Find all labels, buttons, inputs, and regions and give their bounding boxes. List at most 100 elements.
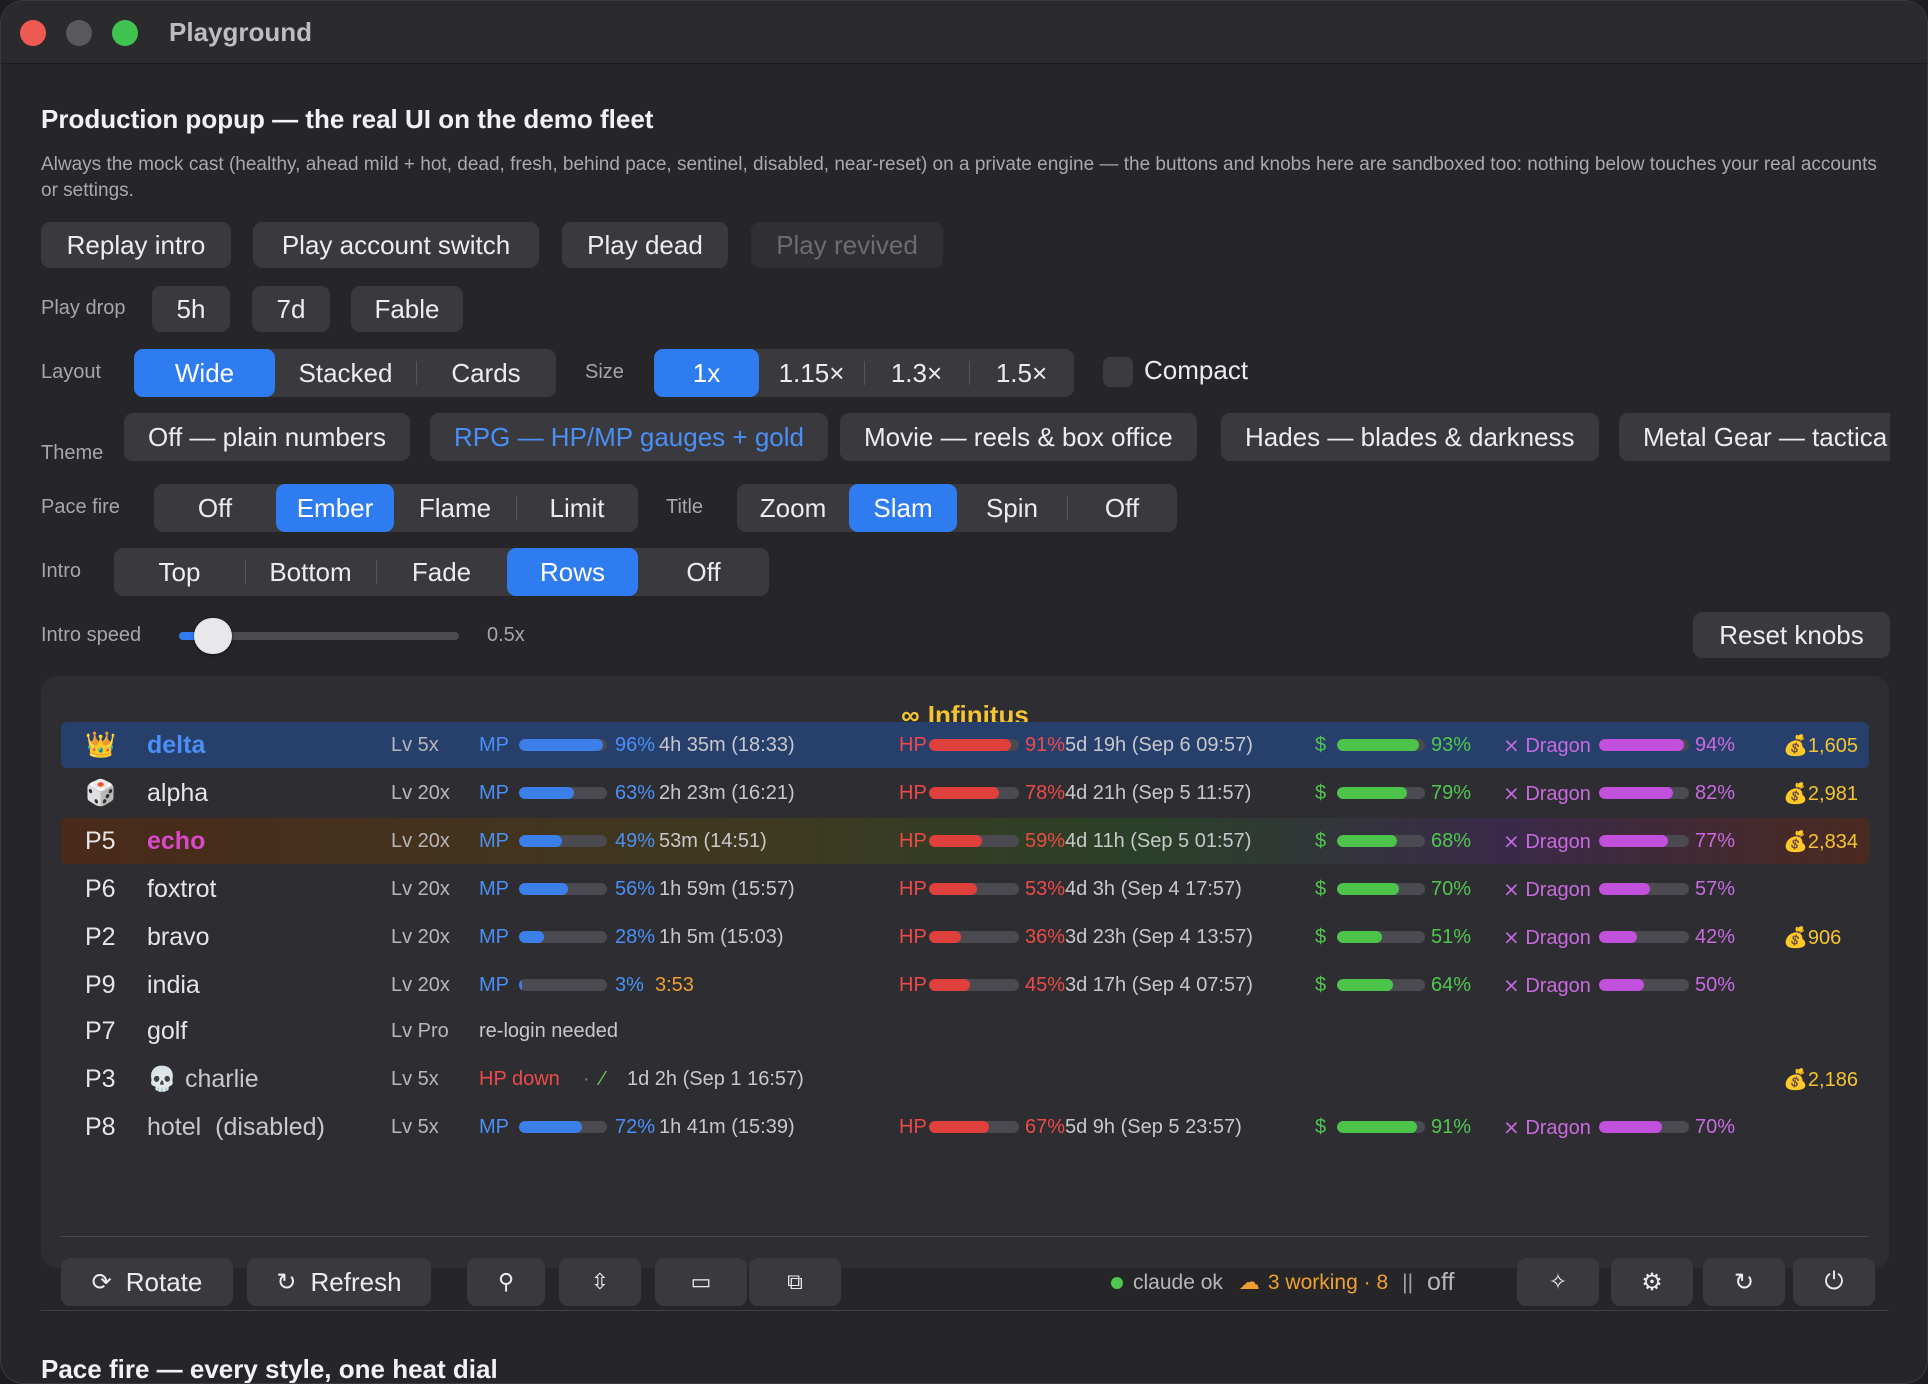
play-drop-7d-button[interactable]: 7d (252, 286, 330, 332)
dragon-label: ⨯ Dragon (1503, 734, 1591, 757)
mp-reset-time: 4h 35m (18:33) (659, 733, 795, 756)
mp-bar (519, 979, 607, 991)
account-row-echo[interactable]: P5 echo Lv 20x MP 49% 53m (14:51) HP 59% 4d 11h … (61, 818, 1869, 864)
dragon-label: ⨯ Dragon (1503, 878, 1591, 901)
dollar-percent: 51% (1431, 925, 1472, 948)
size-1x[interactable]: 1x (654, 349, 759, 397)
theme-rpg[interactable]: RPG — HP/MP gauges + gold (430, 413, 828, 461)
theme-movie[interactable]: Movie — reels & box office (840, 413, 1197, 461)
rotate-button[interactable]: ⟳ Rotate (61, 1258, 233, 1306)
reload-icon: ↻ (1733, 1268, 1755, 1296)
account-row-india[interactable]: P9 india Lv 20x MP 3% 3:53 HP 45% 3d 17h (Sep 4 … (61, 962, 1869, 1008)
theme-metal-gear[interactable]: Metal Gear — tactica (1619, 413, 1890, 461)
dragon-percent: 70% (1695, 1115, 1736, 1138)
settings-button[interactable]: ⚙ (1611, 1258, 1693, 1306)
magic-button[interactable]: ✧ (1517, 1258, 1599, 1306)
mp-bar-fill (519, 883, 569, 895)
hp-percent: 78% (1025, 781, 1066, 804)
pin-button[interactable]: ⚲ (467, 1258, 545, 1306)
intro-fade[interactable]: Fade (376, 548, 507, 596)
pace-fire-flame[interactable]: Flame (394, 484, 516, 532)
compress-button[interactable]: ⇳ (559, 1258, 641, 1306)
close-window-button[interactable] (20, 20, 46, 46)
dragon-bar-fill (1599, 883, 1651, 895)
play-account-switch-button[interactable]: Play account switch (253, 222, 539, 268)
title-slam[interactable]: Slam (849, 484, 957, 532)
refresh-button[interactable]: ↻ Refresh (247, 1258, 431, 1306)
pace-fire-section-title: Pace fire — every style, one heat dial (41, 1354, 498, 1384)
size-1-3x[interactable]: 1.3× (864, 349, 969, 397)
size-1-5x[interactable]: 1.5× (969, 349, 1074, 397)
pause-separator: || (1402, 1270, 1414, 1294)
hp-label: HP (899, 1115, 927, 1138)
mp-bar (519, 883, 607, 895)
account-row-charlie[interactable]: P3 💀 charlie Lv 5x HP down · ⁄ 1d 2h (Se… (61, 1056, 1869, 1102)
content: Production popup — the real UI on the de… (1, 64, 1927, 1384)
hp-percent: 53% (1025, 877, 1066, 900)
intro-speed-slider[interactable] (179, 618, 459, 654)
pace-fire-ember[interactable]: Ember (276, 484, 394, 532)
pace-fire-off[interactable]: Off (154, 484, 276, 532)
title-zoom[interactable]: Zoom (737, 484, 849, 532)
row-level: Lv 20x (391, 781, 450, 804)
row-gold: 💰906 (1783, 926, 1842, 949)
title-off[interactable]: Off (1067, 484, 1177, 532)
play-drop-5h-button[interactable]: 5h (152, 286, 230, 332)
intro-off[interactable]: Off (638, 548, 769, 596)
account-row-delta[interactable]: 👑 delta Lv 5x MP 96% 4h 35m (18:33) HP 91% 5d 19… (61, 722, 1869, 768)
account-row-hotel[interactable]: P8 hotel (disabled) Lv 5x MP 72% 1h 41m (15… (61, 1104, 1869, 1150)
pace-fire-segmented: Off Ember Flame Limit (154, 484, 638, 532)
play-drop-fable-button[interactable]: Fable (351, 286, 463, 332)
account-row-alpha[interactable]: 🎲 alpha Lv 20x MP 63% 2h 23m (16:21) HP 78% 4d 2… (61, 770, 1869, 816)
minimize-window-button[interactable] (66, 20, 92, 46)
dollar-label: $ (1315, 733, 1327, 756)
dollar-bar (1337, 931, 1425, 943)
dollar-label: $ (1315, 781, 1327, 804)
power-button[interactable]: ⏻ (1793, 1258, 1875, 1306)
intro-rows[interactable]: Rows (507, 548, 638, 596)
pace-fire-label: Pace fire (41, 496, 120, 518)
intro-bottom[interactable]: Bottom (245, 548, 376, 596)
hp-bar-fill (929, 835, 983, 847)
hp-bar-fill (929, 787, 1000, 799)
layout-wide[interactable]: Wide (134, 349, 275, 397)
row-name: alpha (147, 778, 209, 807)
row-name: hotel (disabled) (147, 1104, 325, 1150)
row-gold: 💰2,186 (1783, 1068, 1858, 1091)
pace-fire-limit[interactable]: Limit (516, 484, 638, 532)
row-level: Lv Pro (391, 1019, 449, 1042)
hp-bar-fill (929, 739, 1011, 751)
compress-icon: ⇳ (590, 1269, 610, 1294)
window: Playground Production popup — the real U… (0, 0, 1928, 1384)
hotel-name: hotel (147, 1112, 202, 1141)
intro-speed-knob[interactable] (193, 618, 232, 654)
intro-top[interactable]: Top (114, 548, 245, 596)
mp-bar (519, 1121, 607, 1133)
mp-bar-fill (519, 979, 522, 991)
account-row-foxtrot[interactable]: P6 foxtrot Lv 20x MP 56% 1h 59m (15:57) HP 53% 4… (61, 866, 1869, 912)
off-status[interactable]: off (1427, 1268, 1454, 1297)
size-1-15x[interactable]: 1.15× (759, 349, 864, 397)
mp-label: MP (479, 781, 509, 804)
play-revived-button[interactable]: Play revived (751, 222, 943, 268)
replay-intro-button[interactable]: Replay intro (41, 222, 231, 268)
compact-checkbox[interactable] (1103, 357, 1133, 387)
layout-stacked[interactable]: Stacked (275, 349, 416, 397)
play-dead-button[interactable]: Play dead (562, 222, 728, 268)
theme-off[interactable]: Off — plain numbers (124, 413, 410, 461)
mp-bar-fill (519, 787, 575, 799)
zoom-window-button[interactable] (112, 20, 138, 46)
reload-button[interactable]: ↻ (1703, 1258, 1785, 1306)
layout-toggle-button[interactable]: ▭ (655, 1258, 747, 1306)
reset-knobs-button[interactable]: Reset knobs (1693, 612, 1890, 658)
account-row-golf[interactable]: P7 golf Lv Pro re-login needed (61, 1008, 1869, 1054)
hp-reset-time: 5d 9h (Sep 5 23:57) (1065, 1115, 1242, 1138)
title-spin[interactable]: Spin (957, 484, 1067, 532)
layout-cards[interactable]: Cards (416, 349, 556, 397)
window-button[interactable]: ⧉ (749, 1258, 841, 1306)
mp-reset-time: 2h 23m (16:21) (659, 781, 795, 804)
theme-hades[interactable]: Hades — blades & darkness (1221, 413, 1599, 461)
account-row-bravo[interactable]: P2 bravo Lv 20x MP 28% 1h 5m (15:03) HP 36% 3d 2… (61, 914, 1869, 960)
row-name: echo (147, 826, 206, 855)
refresh-icon: ↻ (276, 1268, 297, 1296)
